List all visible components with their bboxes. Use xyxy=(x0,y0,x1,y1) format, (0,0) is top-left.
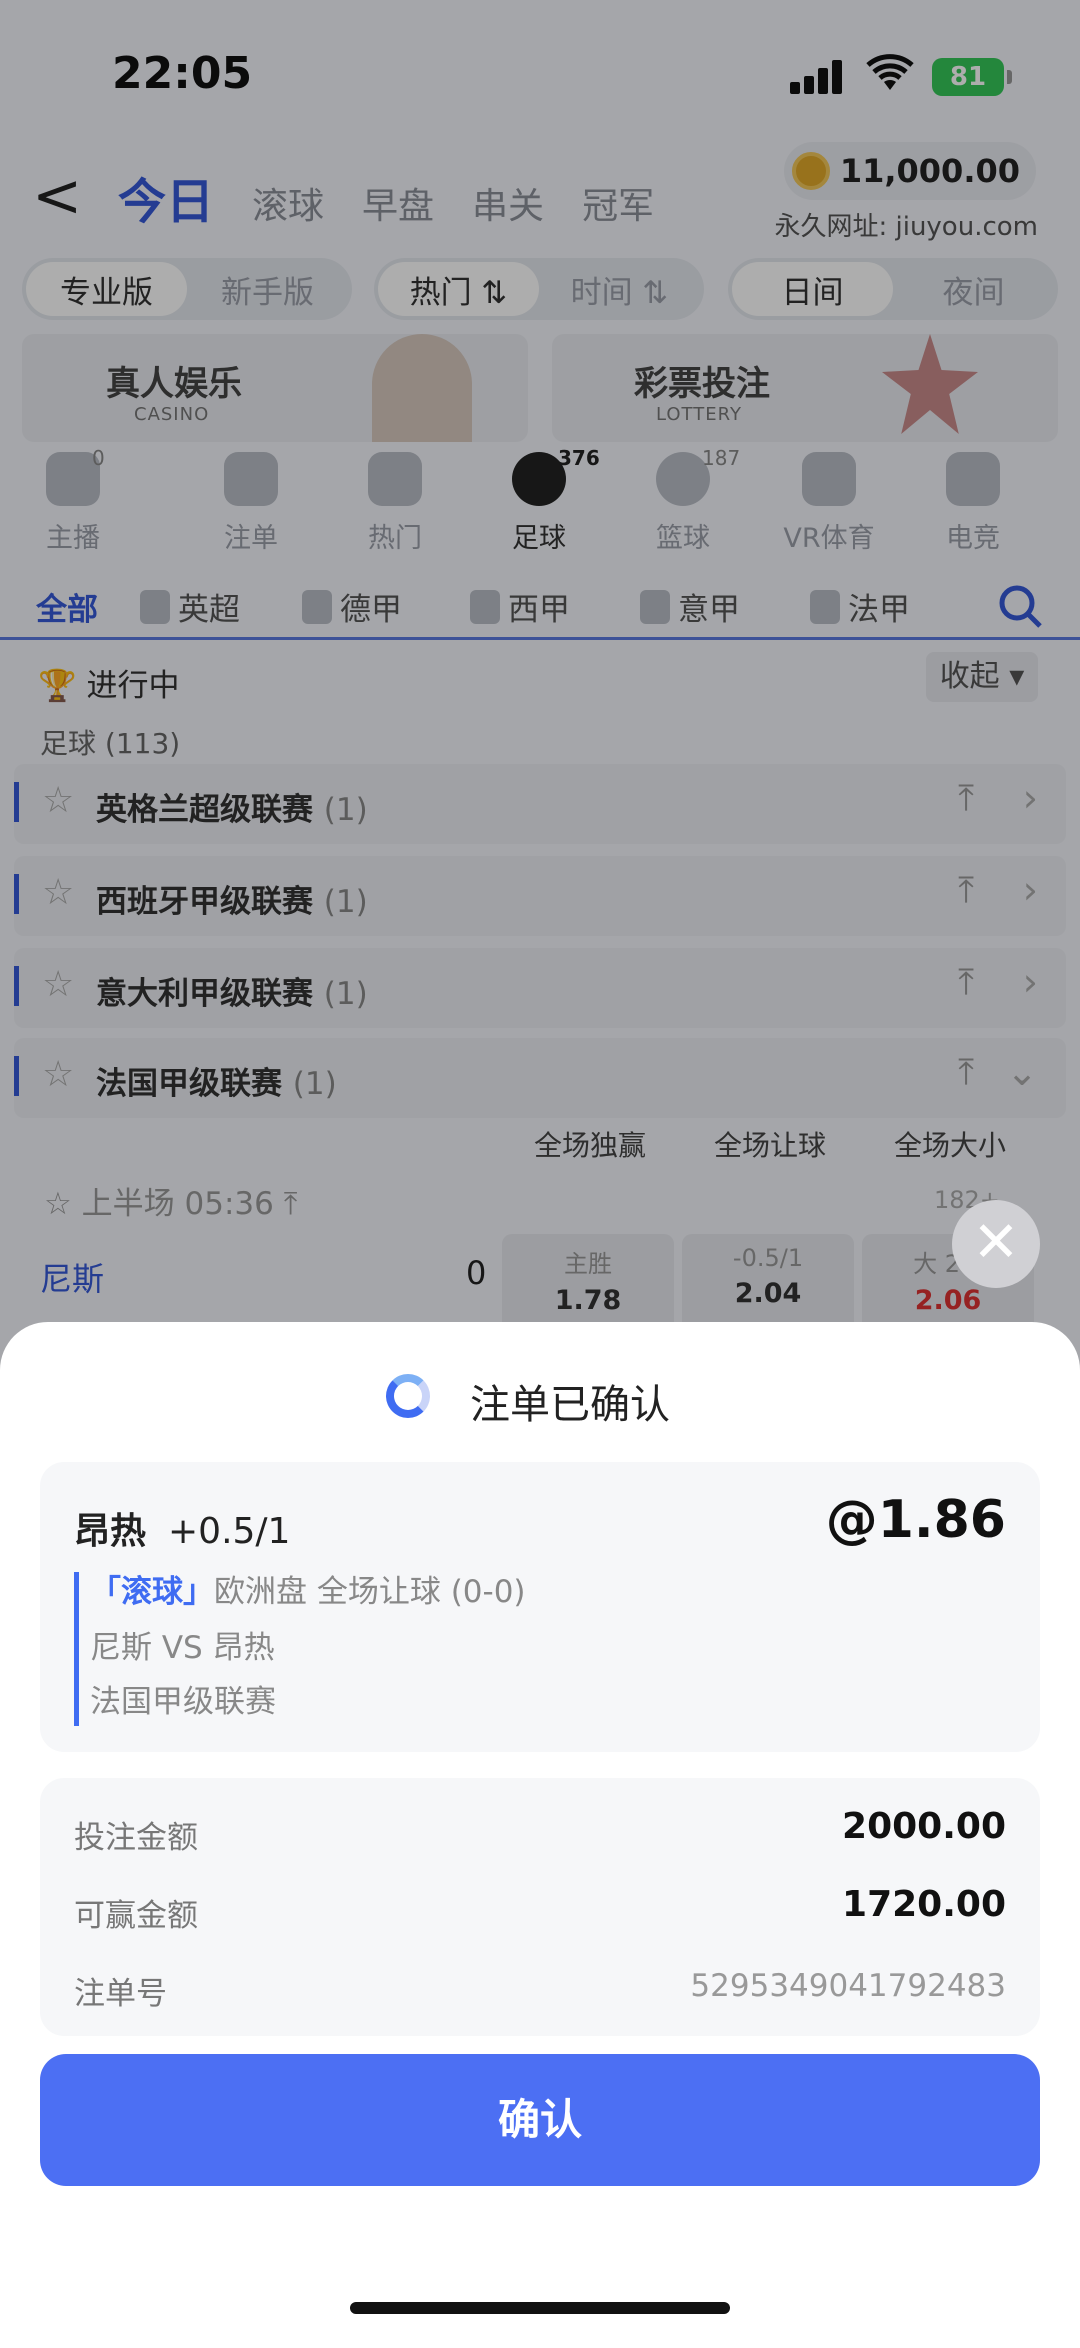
stake-row: 投注金额 2000.00 xyxy=(74,1806,1006,1856)
home-indicator xyxy=(350,2302,730,2314)
confirm-button[interactable]: 确认 xyxy=(40,2054,1040,2186)
close-icon[interactable]: ✕ xyxy=(952,1200,1040,1288)
bet-market: 「滚球」欧洲盘 全场让球 (0-0) xyxy=(90,1574,526,1610)
bet-confirm-sheet: 注单已确认 昂热 +0.5/1 @1.86 「滚球」欧洲盘 全场让球 (0-0) … xyxy=(0,1322,1080,2348)
bet-detail-card: 昂热 +0.5/1 @1.86 「滚球」欧洲盘 全场让球 (0-0) 尼斯 VS … xyxy=(40,1462,1040,1752)
sheet-title: 注单已确认 xyxy=(470,1382,670,1428)
order-row: 注单号 5295349041792483 xyxy=(74,1968,1006,2012)
bet-amount-card: 投注金额 2000.00 可赢金额 1720.00 注单号 5295349041… xyxy=(40,1778,1040,2036)
order-number: 5295349041792483 xyxy=(690,1968,1006,2004)
win-value: 1720.00 xyxy=(842,1884,1006,1925)
bet-league: 法国甲级联赛 xyxy=(90,1684,276,1720)
bet-matchup: 尼斯 VS 昂热 xyxy=(90,1630,275,1666)
bet-selection: 昂热 +0.5/1 xyxy=(74,1511,291,1552)
bet-odds: @1.86 xyxy=(825,1490,1006,1550)
win-row: 可赢金额 1720.00 xyxy=(74,1884,1006,1934)
stake-value: 2000.00 xyxy=(842,1806,1006,1847)
